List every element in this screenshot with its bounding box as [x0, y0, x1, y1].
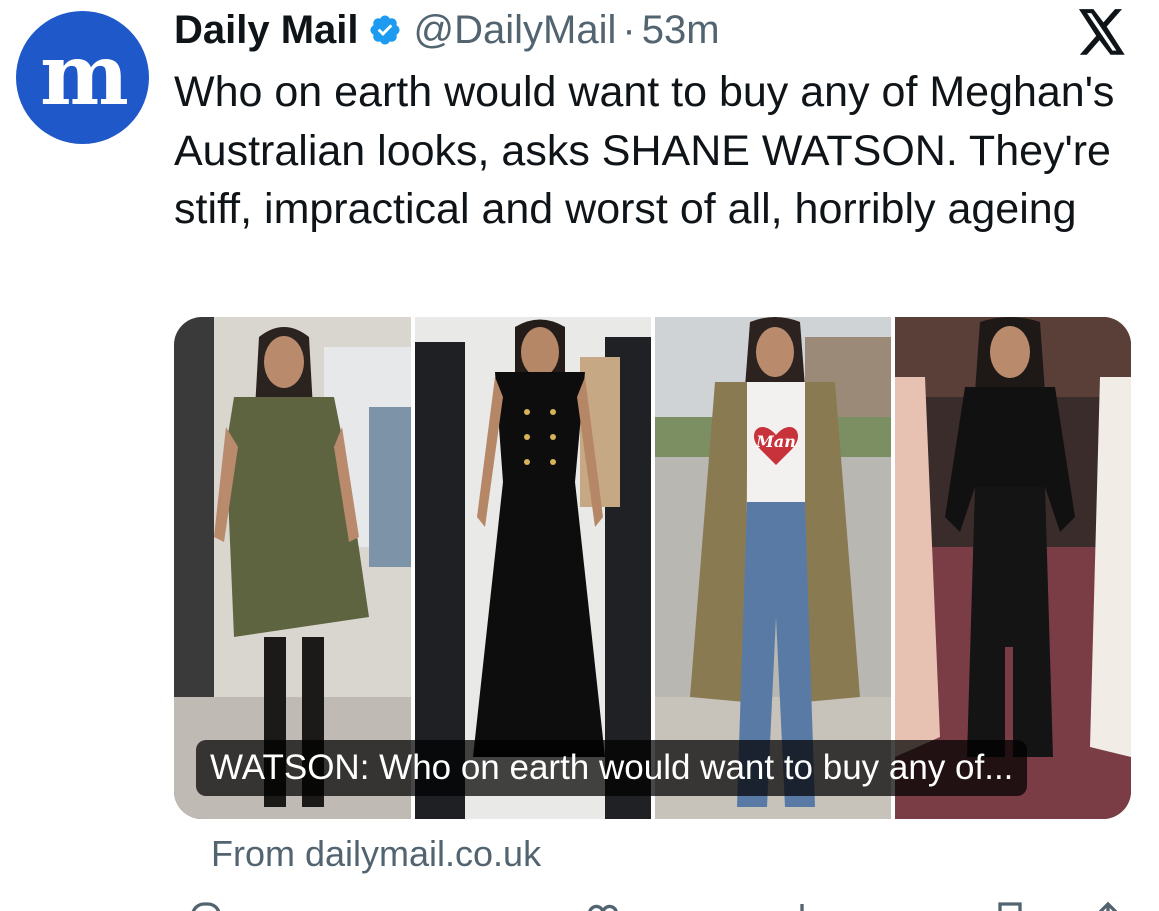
share-icon[interactable]	[1088, 899, 1128, 911]
verified-badge-icon	[368, 13, 402, 47]
author-handle[interactable]: @DailyMail	[414, 8, 617, 53]
x-logo-icon	[1077, 9, 1127, 55]
reply-icon[interactable]	[186, 899, 226, 911]
link-card[interactable]: Man WATSON: Who on earth would want to b…	[174, 317, 1131, 819]
daily-mail-logo: m	[40, 24, 129, 124]
timestamp[interactable]: 53m	[642, 8, 720, 53]
card-title[interactable]: WATSON: Who on earth would want to buy a…	[196, 740, 1028, 796]
avatar[interactable]: m	[16, 11, 149, 144]
tweet-text: Who on earth would want to buy any of Me…	[174, 68, 1115, 233]
shirt-text: Man	[755, 432, 796, 451]
separator-dot: ·	[622, 7, 636, 52]
tweet-header: Daily Mail @DailyMail · 53m	[174, 6, 720, 54]
views-icon[interactable]	[782, 899, 822, 911]
link-source[interactable]: From dailymail.co.uk	[211, 833, 541, 875]
author-name[interactable]: Daily Mail	[174, 8, 359, 53]
like-icon[interactable]	[583, 899, 623, 911]
bookmark-icon[interactable]	[990, 899, 1030, 911]
